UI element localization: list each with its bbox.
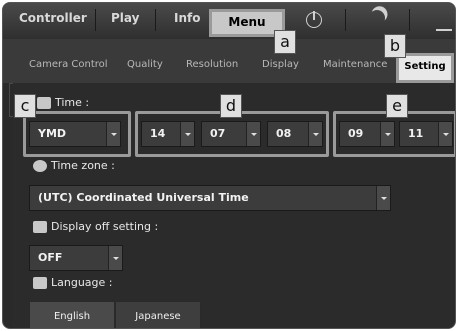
date-format-value: YMD [38,127,67,140]
chevron-down-icon [438,122,452,146]
chevron-down-icon [108,246,122,270]
timezone-label: Time zone : [33,159,115,172]
minimize-icon[interactable] [436,29,452,31]
display-off-label-text: Display off setting : [51,220,159,233]
display-off-value: OFF [38,251,63,264]
month-value: 07 [210,127,226,140]
globe-clock-icon [33,159,47,172]
year-dropdown[interactable]: 14 [141,121,195,147]
divider [409,9,410,31]
chevron-down-icon [246,122,260,146]
japanese-button[interactable]: Japanese [115,301,201,328]
minute-value: 11 [408,127,424,140]
callout-b: b [384,34,406,58]
power-icon[interactable] [306,11,322,28]
divider [345,9,346,31]
month-dropdown[interactable]: 07 [201,121,261,147]
callout-c: c [14,94,36,118]
day-dropdown[interactable]: 08 [267,121,323,147]
date-format-dropdown[interactable]: YMD [29,121,121,147]
callout-d: d [220,94,242,118]
clock-icon [37,96,51,109]
hour-value: 09 [348,127,364,140]
tab-display-label: Display [262,59,299,70]
tab-maintenance-label: Maintenance [323,59,388,70]
callout-a: a [274,30,296,54]
tab-quality-label: Quality [127,59,163,70]
year-value: 14 [150,127,166,140]
timezone-label-text: Time zone : [51,159,115,172]
tab-menu-label: Menu [228,15,266,29]
day-value: 08 [276,127,292,140]
language-label-text: Language : [51,276,113,289]
chevron-down-icon [180,122,194,146]
tab-resolution-label: Resolution [186,59,239,70]
callout-e: e [386,94,408,118]
tab-play[interactable]: Play [111,11,139,25]
tab-controller[interactable]: Controller [19,11,87,25]
display-off-label: Display off setting : [33,220,158,233]
english-button[interactable]: English [29,301,115,328]
tab-info[interactable]: Info [174,11,200,25]
time-label: Time : [37,96,89,109]
minute-dropdown[interactable]: 11 [399,121,453,147]
tab-setting-label: Setting [404,61,446,72]
timezone-dropdown[interactable]: (UTC) Coordinated Universal Time [29,185,391,211]
chevron-down-icon [376,186,390,210]
timezone-value: (UTC) Coordinated Universal Time [38,191,249,204]
language-label: Language : [33,276,113,289]
chevron-down-icon [106,122,120,146]
monitor-icon [33,220,47,233]
tab-camera-control-label: Camera Control [29,59,108,70]
sleep-moon-icon[interactable] [366,7,388,29]
time-label-text: Time : [55,96,90,109]
language-speech-icon [33,276,47,289]
chevron-down-icon [380,122,394,146]
chevron-down-icon [308,122,322,146]
divider [155,9,156,31]
divider [95,9,96,31]
hour-dropdown[interactable]: 09 [339,121,395,147]
display-off-dropdown[interactable]: OFF [29,245,123,271]
